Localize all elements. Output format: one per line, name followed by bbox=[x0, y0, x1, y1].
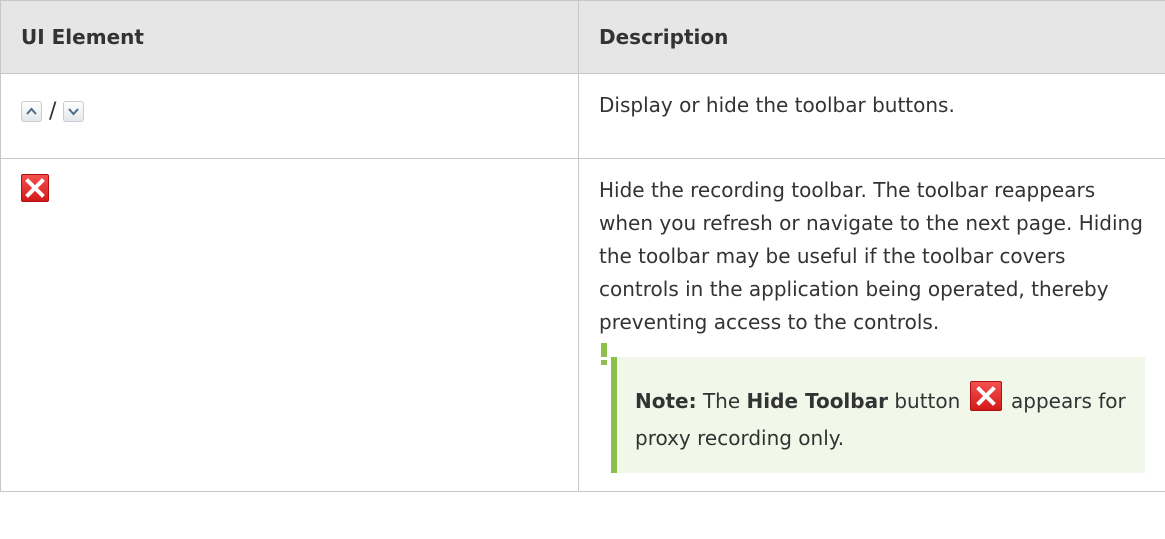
table-row: Hide the recording toolbar. The toolbar … bbox=[0, 158, 1165, 492]
ui-element-cell: / bbox=[0, 73, 579, 159]
note-icon bbox=[601, 343, 607, 365]
table-row: / Display or hide the toolbar buttons. bbox=[0, 73, 1165, 159]
note-button-name: Hide Toolbar bbox=[746, 389, 888, 413]
toggle-icons: / bbox=[21, 94, 558, 128]
header-ui-element: UI Element bbox=[0, 0, 579, 74]
note-box: Note: The Hide Toolbar button appears fo… bbox=[601, 343, 1145, 473]
close-icon bbox=[21, 174, 49, 202]
close-icon bbox=[969, 381, 1002, 411]
header-description: Description bbox=[578, 0, 1165, 74]
note-text-middle: button bbox=[894, 389, 967, 413]
description-cell: Hide the recording toolbar. The toolbar … bbox=[578, 158, 1165, 492]
chevron-down-icon bbox=[63, 100, 85, 122]
note-label: Note: bbox=[635, 389, 697, 413]
chevron-up-icon bbox=[21, 100, 42, 122]
description-text: Hide the recording toolbar. The toolbar … bbox=[599, 178, 1143, 334]
ui-element-cell bbox=[0, 158, 579, 492]
ui-element-table: UI Element Description / Display or hide… bbox=[0, 0, 1165, 492]
separator: / bbox=[49, 98, 57, 124]
note-text-before: The bbox=[702, 389, 741, 413]
table-header-row: UI Element Description bbox=[0, 0, 1165, 74]
description-cell: Display or hide the toolbar buttons. bbox=[578, 73, 1165, 159]
